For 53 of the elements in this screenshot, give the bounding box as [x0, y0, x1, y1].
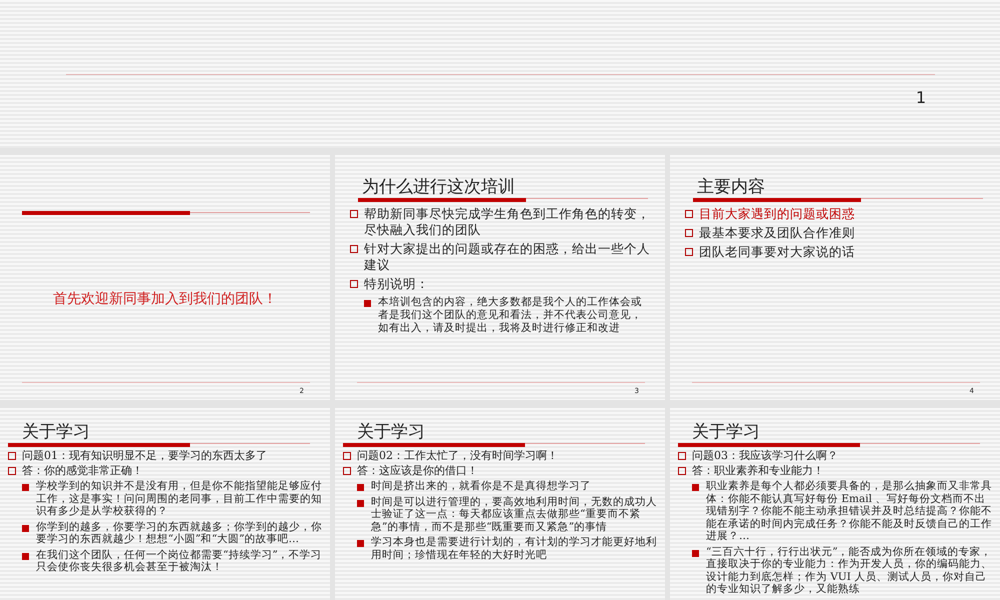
square-bullet-icon: [692, 484, 699, 491]
bullet-text: 答：职业素养和专业能力！: [692, 464, 824, 478]
bullet-text: 问题03：我应该学习什么啊？: [692, 449, 838, 463]
square-bullet-icon: [350, 280, 358, 288]
slide-thumbnail[interactable]: 1: [0, 0, 1000, 148]
square-bullet-icon: [685, 210, 693, 218]
slide-title: 关于学习: [692, 422, 761, 442]
bullet-text: 在我们这个团队，任何一个岗位都需要“持续学习”，不学习只会使你丧失很多机会甚至于被淘汰！: [36, 548, 322, 574]
bullet-text: 最基本要求及团队合作准则: [699, 225, 855, 241]
slide-thumbnail[interactable]: [0, 408, 330, 600]
bullet-text: 答：你的感觉非常正确！: [22, 464, 143, 478]
square-bullet-icon: [678, 452, 686, 460]
bullet-text: 时间是挤出来的，就看你是不是真得想学习了: [371, 480, 591, 492]
square-bullet-icon: [8, 467, 16, 475]
bullet-text: 本培训包含的内容，绝大多数都是我个人的工作体会或者是我们这个团队的意见和看法，并不代表公司意见，如有出入，请及时提出，我将及时进行修正和改进: [378, 296, 643, 335]
page-number: 1: [916, 88, 926, 107]
bullet-text: 答：这应该是你的借口！: [357, 464, 478, 478]
bullet-text: 目前大家遇到的问题或困惑: [699, 206, 855, 222]
bullet-text: 职业素养是每个人都必须要具备的，是那么抽象而又非常具体：你能不能认真写好每份 Email 、写好每份文档而不出现错别字？你能不能主动承担错误并及时总结提高？你能不能在承诺的时间内完成任务？你能不能及时反馈自己的工作进展？…: [706, 480, 992, 542]
square-bullet-icon: [357, 484, 364, 491]
square-bullet-icon: [350, 210, 358, 218]
bullet-text: “三百六十行，行行出状元”，能否成为你所在领域的专家，直接取决于你的专业能力：作为开发人员，你的编码能力、设计能力到底怎样；作为 VUI 人员、测试人员，你对自己的专业知识了解多少，又能熟练: [706, 546, 992, 596]
square-bullet-icon: [685, 248, 693, 256]
slide-title: 为什么进行这次培训: [362, 177, 516, 197]
square-bullet-icon: [22, 552, 29, 560]
slide-text: 首先欢迎新同事加入到我们的团队！: [52, 290, 278, 308]
slide-thumbnail[interactable]: 关于学习 问题02：工作太忙了，没有时间学习啊！ 答：这应该是你的借口！ 时间是挤出来的，就看你是不是真得想学习了 时间是可以进行管理的，要高效地利用时间，无数的成功人士验证了这一点：每天都应该重点去做那些“重要而不紧急”的事情，而不是那些“既重要而又紧急”的事情 学习本身也是需要进行计划的，有计划的学习才能更好地利用时间；珍惜现在年轻的大好时光吧: [335, 408, 665, 600]
bullet-text: 你学到的越多，你要学习的东西就越多；你学到的越少，你要学习的东西就越少！想想“小圆”和“大圆”的故事吧…: [36, 520, 322, 546]
square-bullet-icon: [678, 467, 686, 475]
slide-title: 关于学习: [22, 422, 91, 442]
square-bullet-icon: [343, 467, 351, 475]
square-bullet-icon: [22, 484, 29, 491]
square-bullet-icon: [357, 540, 364, 547]
square-bullet-icon: [692, 550, 699, 556]
bullet-text: 问题02：工作太忙了，没有时间学习啊！: [357, 449, 558, 463]
square-bullet-icon: [357, 500, 364, 506]
square-bullet-icon: [8, 452, 16, 460]
bullet-text: 团队老同事要对大家说的话: [699, 244, 855, 260]
bullet-text: 特别说明：: [364, 276, 429, 292]
square-bullet-icon: [350, 245, 358, 253]
slide-title: 关于学习: [357, 422, 426, 442]
slide-title: 主要内容: [697, 177, 766, 197]
square-bullet-icon: [364, 300, 371, 307]
square-bullet-icon: [343, 452, 351, 460]
bullet-text: 问题01：现有知识明显不足，要学习的东西太多了: [22, 449, 267, 463]
bullet-text: 帮助新同事尽快完成学生角色到工作角色的转变，尽快融入我们的团队: [364, 206, 651, 238]
bullet-text: 学习本身也是需要进行计划的，有计划的学习才能更好地利用时间；珍惜现在年轻的大好时光吧: [371, 536, 657, 561]
bullet-text: 学校学到的知识并不是没有用，但是你不能指望能足够应付工作，这是事实！问问周围的老同事，目前工作中需要的知识有多少是从学校获得的？: [36, 480, 322, 518]
square-bullet-icon: [685, 229, 693, 237]
bullet-text: 针对大家提出的问题或存在的困惑，给出一些个人建议: [364, 241, 651, 273]
bullet-text: 时间是可以进行管理的，要高效地利用时间，无数的成功人士验证了这一点：每天都应该重点去做那些“重要而不紧急”的事情，而不是那些“既重要而又紧急”的事情: [371, 496, 657, 533]
slide-thumbnail[interactable]: [670, 408, 1000, 600]
square-bullet-icon: [22, 524, 29, 532]
